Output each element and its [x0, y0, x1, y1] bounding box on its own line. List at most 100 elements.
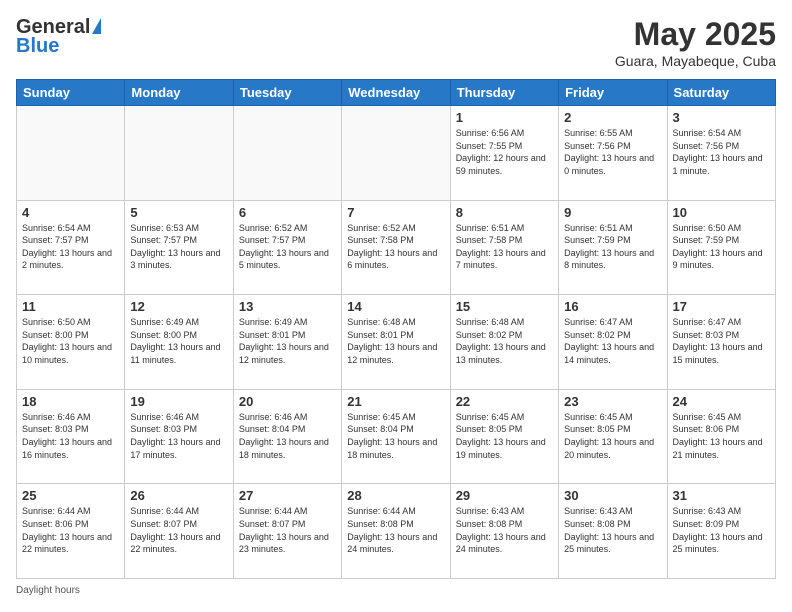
day-info: Sunrise: 6:54 AM Sunset: 7:57 PM Dayligh… — [22, 222, 119, 272]
footer: Daylight hours — [16, 585, 776, 596]
header: General Blue May 2025 Guara, Mayabeque, … — [16, 16, 776, 69]
calendar-header-wednesday: Wednesday — [342, 80, 450, 106]
day-number: 14 — [347, 299, 444, 314]
day-number: 6 — [239, 205, 336, 220]
calendar-cell: 16 Sunrise: 6:47 AM Sunset: 8:02 PM Dayli… — [559, 295, 667, 390]
logo: General Blue — [16, 16, 102, 58]
calendar-cell: 27 Sunrise: 6:44 AM Sunset: 8:07 PM Dayli… — [233, 484, 341, 579]
logo-triangle-icon — [92, 18, 101, 34]
day-number: 17 — [673, 299, 770, 314]
calendar-week-row: 25Sunrise: 6:44 AM Sunset: 8:06 PM Dayli… — [17, 484, 776, 579]
day-info: Sunrise: 6:49 AM Sunset: 8:00 PM Dayligh… — [130, 316, 227, 366]
calendar-cell: 8 Sunrise: 6:51 AM Sunset: 7:58 PM Daylig… — [450, 200, 558, 295]
calendar-cell: 3Sunrise: 6:54 AM Sunset: 7:56 PM Daylig… — [667, 106, 775, 201]
calendar-cell: 25Sunrise: 6:44 AM Sunset: 8:06 PM Dayli… — [17, 484, 125, 579]
day-info: Sunrise: 6:45 AM Sunset: 8:05 PM Dayligh… — [564, 411, 661, 461]
day-info: Sunrise: 6:46 AM Sunset: 8:03 PM Dayligh… — [22, 411, 119, 461]
calendar-cell: 13 Sunrise: 6:49 AM Sunset: 8:01 PM Dayli… — [233, 295, 341, 390]
day-info: Sunrise: 6:51 AM Sunset: 7:58 PM Dayligh… — [456, 222, 553, 272]
day-info: Sunrise: 6:52 AM Sunset: 7:57 PM Dayligh… — [239, 222, 336, 272]
day-number: 27 — [239, 488, 336, 503]
calendar-cell — [17, 106, 125, 201]
calendar-cell: 12 Sunrise: 6:49 AM Sunset: 8:00 PM Dayli… — [125, 295, 233, 390]
day-number: 13 — [239, 299, 336, 314]
calendar-week-row: 11 Sunrise: 6:50 AM Sunset: 8:00 PM Dayli… — [17, 295, 776, 390]
day-info: Sunrise: 6:44 AM Sunset: 8:07 PM Dayligh… — [239, 505, 336, 555]
day-number: 16 — [564, 299, 661, 314]
calendar-cell: 1 Sunrise: 6:56 AM Sunset: 7:55 PM Daylig… — [450, 106, 558, 201]
day-number: 30 — [564, 488, 661, 503]
calendar-cell: 20 Sunrise: 6:46 AM Sunset: 8:04 PM Dayli… — [233, 389, 341, 484]
day-number: 23 — [564, 394, 661, 409]
day-info: Sunrise: 6:47 AM Sunset: 8:03 PM Dayligh… — [673, 316, 770, 366]
calendar-cell: 22Sunrise: 6:45 AM Sunset: 8:05 PM Dayli… — [450, 389, 558, 484]
title-block: May 2025 Guara, Mayabeque, Cuba — [615, 16, 776, 69]
calendar-cell: 19 Sunrise: 6:46 AM Sunset: 8:03 PM Dayli… — [125, 389, 233, 484]
month-title: May 2025 — [615, 16, 776, 53]
day-info: Sunrise: 6:50 AM Sunset: 8:00 PM Dayligh… — [22, 316, 119, 366]
calendar-header-row: SundayMondayTuesdayWednesdayThursdayFrid… — [17, 80, 776, 106]
day-number: 24 — [673, 394, 770, 409]
calendar-header-thursday: Thursday — [450, 80, 558, 106]
day-number: 7 — [347, 205, 444, 220]
calendar-cell: 30 Sunrise: 6:43 AM Sunset: 8:08 PM Dayli… — [559, 484, 667, 579]
calendar-cell: 9Sunrise: 6:51 AM Sunset: 7:59 PM Daylig… — [559, 200, 667, 295]
location-subtitle: Guara, Mayabeque, Cuba — [615, 53, 776, 69]
day-info: Sunrise: 6:49 AM Sunset: 8:01 PM Dayligh… — [239, 316, 336, 366]
calendar-cell: 2 Sunrise: 6:55 AM Sunset: 7:56 PM Daylig… — [559, 106, 667, 201]
calendar-cell — [125, 106, 233, 201]
day-number: 15 — [456, 299, 553, 314]
day-info: Sunrise: 6:50 AM Sunset: 7:59 PM Dayligh… — [673, 222, 770, 272]
daylight-hours-label: Daylight hours — [16, 585, 80, 596]
day-info: Sunrise: 6:56 AM Sunset: 7:55 PM Dayligh… — [456, 127, 553, 177]
day-number: 1 — [456, 110, 553, 125]
day-number: 26 — [130, 488, 227, 503]
calendar-cell: 15Sunrise: 6:48 AM Sunset: 8:02 PM Dayli… — [450, 295, 558, 390]
calendar-cell: 14 Sunrise: 6:48 AM Sunset: 8:01 PM Dayli… — [342, 295, 450, 390]
day-info: Sunrise: 6:51 AM Sunset: 7:59 PM Dayligh… — [564, 222, 661, 272]
day-number: 8 — [456, 205, 553, 220]
day-number: 11 — [22, 299, 119, 314]
day-info: Sunrise: 6:43 AM Sunset: 8:08 PM Dayligh… — [564, 505, 661, 555]
calendar-week-row: 1 Sunrise: 6:56 AM Sunset: 7:55 PM Daylig… — [17, 106, 776, 201]
day-number: 29 — [456, 488, 553, 503]
day-number: 19 — [130, 394, 227, 409]
page: General Blue May 2025 Guara, Mayabeque, … — [0, 0, 792, 612]
day-info: Sunrise: 6:55 AM Sunset: 7:56 PM Dayligh… — [564, 127, 661, 177]
day-info: Sunrise: 6:43 AM Sunset: 8:09 PM Dayligh… — [673, 505, 770, 555]
calendar-cell: 5Sunrise: 6:53 AM Sunset: 7:57 PM Daylig… — [125, 200, 233, 295]
day-number: 2 — [564, 110, 661, 125]
day-number: 4 — [22, 205, 119, 220]
calendar-header-monday: Monday — [125, 80, 233, 106]
calendar-cell: 18 Sunrise: 6:46 AM Sunset: 8:03 PM Dayli… — [17, 389, 125, 484]
day-number: 21 — [347, 394, 444, 409]
calendar-cell: 11 Sunrise: 6:50 AM Sunset: 8:00 PM Dayli… — [17, 295, 125, 390]
day-info: Sunrise: 6:47 AM Sunset: 8:02 PM Dayligh… — [564, 316, 661, 366]
calendar-header-saturday: Saturday — [667, 80, 775, 106]
day-info: Sunrise: 6:46 AM Sunset: 8:04 PM Dayligh… — [239, 411, 336, 461]
calendar-week-row: 4 Sunrise: 6:54 AM Sunset: 7:57 PM Daylig… — [17, 200, 776, 295]
calendar-cell: 10 Sunrise: 6:50 AM Sunset: 7:59 PM Dayli… — [667, 200, 775, 295]
day-number: 10 — [673, 205, 770, 220]
day-number: 18 — [22, 394, 119, 409]
calendar-cell: 4 Sunrise: 6:54 AM Sunset: 7:57 PM Daylig… — [17, 200, 125, 295]
day-info: Sunrise: 6:48 AM Sunset: 8:01 PM Dayligh… — [347, 316, 444, 366]
calendar-cell: 29Sunrise: 6:43 AM Sunset: 8:08 PM Dayli… — [450, 484, 558, 579]
calendar-cell: 24Sunrise: 6:45 AM Sunset: 8:06 PM Dayli… — [667, 389, 775, 484]
calendar-cell: 17 Sunrise: 6:47 AM Sunset: 8:03 PM Dayli… — [667, 295, 775, 390]
day-info: Sunrise: 6:45 AM Sunset: 8:05 PM Dayligh… — [456, 411, 553, 461]
calendar-cell: 23 Sunrise: 6:45 AM Sunset: 8:05 PM Dayli… — [559, 389, 667, 484]
calendar-cell: 21Sunrise: 6:45 AM Sunset: 8:04 PM Dayli… — [342, 389, 450, 484]
calendar-header-friday: Friday — [559, 80, 667, 106]
day-number: 31 — [673, 488, 770, 503]
calendar-cell: 28Sunrise: 6:44 AM Sunset: 8:08 PM Dayli… — [342, 484, 450, 579]
calendar-cell — [342, 106, 450, 201]
day-info: Sunrise: 6:44 AM Sunset: 8:07 PM Dayligh… — [130, 505, 227, 555]
day-info: Sunrise: 6:46 AM Sunset: 8:03 PM Dayligh… — [130, 411, 227, 461]
day-number: 5 — [130, 205, 227, 220]
day-number: 12 — [130, 299, 227, 314]
calendar-cell: 26 Sunrise: 6:44 AM Sunset: 8:07 PM Dayli… — [125, 484, 233, 579]
day-number: 20 — [239, 394, 336, 409]
day-info: Sunrise: 6:54 AM Sunset: 7:56 PM Dayligh… — [673, 127, 770, 177]
day-info: Sunrise: 6:52 AM Sunset: 7:58 PM Dayligh… — [347, 222, 444, 272]
